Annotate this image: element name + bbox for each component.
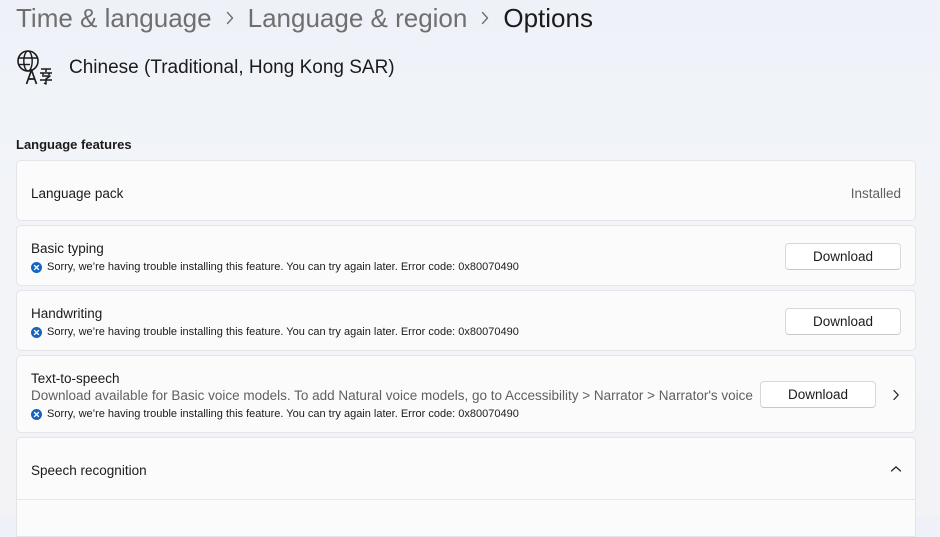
- chevron-right-icon: [467, 11, 503, 25]
- basic-typing-download-button[interactable]: Download: [785, 243, 901, 270]
- card-divider: [17, 499, 915, 500]
- text-to-speech-error: Sorry, we’re having trouble installing t…: [31, 408, 519, 420]
- language-header: Chinese (Traditional, Hong Kong SAR): [16, 48, 395, 88]
- text-to-speech-download-button[interactable]: Download: [760, 381, 876, 408]
- breadcrumb: Time & language Language & region Option…: [16, 1, 593, 35]
- handwriting-error: Sorry, we’re having trouble installing t…: [31, 326, 519, 338]
- speech-recognition-label: Speech recognition: [31, 463, 147, 478]
- handwriting-download-button[interactable]: Download: [785, 308, 901, 335]
- chevron-right-icon: [212, 11, 248, 25]
- error-icon: [31, 326, 42, 338]
- basic-typing-label: Basic typing: [31, 241, 104, 256]
- section-title-language-features: Language features: [16, 137, 132, 152]
- text-to-speech-error-text: Sorry, we’re having trouble installing t…: [47, 408, 519, 420]
- error-icon: [31, 261, 42, 273]
- handwriting-card: Handwriting Sorry, we’re having trouble …: [16, 290, 916, 351]
- chevron-right-icon[interactable]: [889, 388, 903, 402]
- handwriting-label: Handwriting: [31, 306, 103, 321]
- language-pack-label: Language pack: [31, 186, 124, 201]
- text-to-speech-label: Text-to-speech: [31, 371, 120, 386]
- text-to-speech-description: Download available for Basic voice model…: [31, 388, 753, 403]
- error-icon: [31, 408, 42, 420]
- chevron-up-icon[interactable]: [889, 462, 903, 476]
- handwriting-error-text: Sorry, we’re having trouble installing t…: [47, 326, 519, 338]
- basic-typing-card: Basic typing Sorry, we’re having trouble…: [16, 225, 916, 286]
- language-pack-card: Language pack Installed: [16, 160, 916, 221]
- breadcrumb-language-region[interactable]: Language & region: [248, 3, 468, 34]
- speech-recognition-card[interactable]: Speech recognition: [16, 437, 916, 537]
- language-pack-status: Installed: [850, 186, 901, 201]
- breadcrumb-options: Options: [503, 2, 593, 33]
- basic-typing-error-text: Sorry, we’re having trouble installing t…: [47, 261, 519, 273]
- text-to-speech-card[interactable]: Text-to-speech Download available for Ba…: [16, 355, 916, 433]
- basic-typing-error: Sorry, we’re having trouble installing t…: [31, 261, 519, 273]
- language-name: Chinese (Traditional, Hong Kong SAR): [69, 57, 395, 78]
- language-translate-icon: [16, 49, 54, 87]
- breadcrumb-time-language[interactable]: Time & language: [16, 3, 212, 34]
